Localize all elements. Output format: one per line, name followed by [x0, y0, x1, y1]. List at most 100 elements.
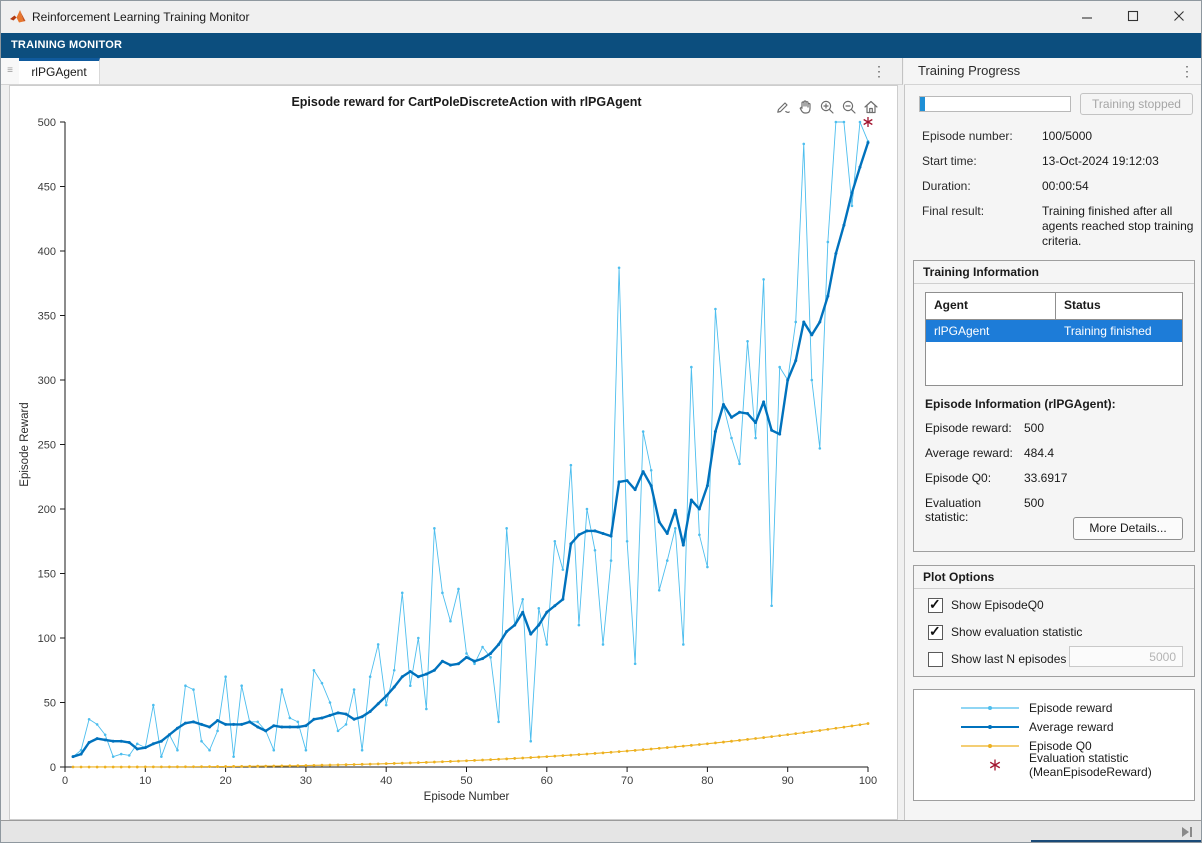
tab-label: rlPGAgent [31, 65, 86, 79]
svg-text:70: 70 [621, 775, 633, 787]
svg-text:100: 100 [859, 775, 877, 787]
svg-text:250: 250 [38, 440, 56, 452]
svg-text:40: 40 [380, 775, 392, 787]
matlab-logo-icon [10, 9, 27, 25]
evaluation-statistic-value: 500 [1024, 496, 1044, 524]
window-title: Reinforcement Learning Training Monitor [32, 1, 249, 33]
episode-q0-row: Episode Q0: 33.6917 [925, 471, 1067, 485]
agent-table-header: Agent Status [926, 293, 1182, 320]
pan-icon[interactable] [795, 97, 814, 116]
episode-number-value: 100/5000 [1042, 129, 1194, 143]
plot-option-0-checkbox[interactable] [928, 598, 943, 613]
ribbon: TRAINING MONITOR [1, 33, 1201, 58]
expand-right-icon[interactable] [1182, 826, 1193, 838]
duration-value: 00:00:54 [1042, 179, 1194, 193]
episode-information-title: Episode Information (rlPGAgent): [925, 397, 1116, 411]
horizontal-scrollbar[interactable] [1, 820, 1202, 843]
zoom-in-icon[interactable] [817, 97, 836, 116]
training-progress-bar [919, 96, 1071, 112]
axes-toolbar [773, 97, 880, 116]
start-time-label: Start time: [922, 154, 1042, 168]
show-evaluation-statistic-label: Show evaluation statistic [951, 625, 1082, 639]
average-reward-row: Average reward: 484.4 [925, 446, 1054, 460]
training-progress-header: Training Progress ⋮ [904, 58, 1202, 85]
episode-reward-value: 500 [1024, 421, 1044, 435]
last-n-episodes-input[interactable] [1069, 646, 1183, 667]
status-cell: Training finished [1056, 320, 1152, 342]
start-time-row: Start time: 13-Oct-2024 19:12:03 [922, 154, 1194, 168]
tab-drag-handle-icon[interactable]: ≡ [1, 58, 20, 84]
close-button[interactable] [1162, 1, 1196, 31]
legend-item-label: Evaluation statistic(MeanEpisodeReward) [1029, 751, 1152, 779]
minimize-button[interactable] [1070, 1, 1104, 31]
legend-item: Average reward [959, 718, 1114, 736]
asterisk-marker-icon [959, 757, 1021, 773]
svg-text:Episode reward for CartPoleDis: Episode reward for CartPoleDiscreteActio… [291, 95, 642, 109]
plot-options-title: Plot Options [914, 566, 1194, 589]
episode-reward-row: Episode reward: 500 [925, 421, 1044, 435]
training-information-title: Training Information [914, 261, 1194, 284]
svg-text:50: 50 [460, 775, 472, 787]
training-progress-title: Training Progress [918, 58, 1020, 84]
show-episodeq0-option: Show EpisodeQ0 [928, 597, 1044, 613]
training-stopped-button[interactable]: Training stopped [1080, 93, 1193, 115]
svg-text:300: 300 [38, 375, 56, 387]
zoom-out-icon[interactable] [839, 97, 858, 116]
svg-text:100: 100 [38, 633, 56, 645]
svg-text:0: 0 [62, 775, 68, 787]
svg-text:20: 20 [219, 775, 231, 787]
average-reward-value: 484.4 [1024, 446, 1054, 460]
tab-overflow-menu-icon[interactable]: ⋮ [869, 58, 889, 84]
training-chart-panel: 0501001502002503003504004505000102030405… [9, 85, 898, 820]
legend-item: Episode reward [959, 699, 1112, 717]
legend-item-label: Average reward [1029, 720, 1114, 734]
episode-number-row: Episode number: 100/5000 [922, 129, 1194, 143]
svg-text:500: 500 [38, 117, 56, 129]
duration-row: Duration: 00:00:54 [922, 179, 1194, 193]
chart-legend: Episode rewardAverage rewardEpisode Q0Ev… [913, 689, 1195, 801]
svg-text:50: 50 [44, 698, 56, 710]
svg-text:30: 30 [300, 775, 312, 787]
evaluation-statistic-row: Evaluation statistic: 500 [925, 496, 1044, 524]
agent-status-table: Agent Status rlPGAgent Training finished [925, 292, 1183, 386]
more-details-button[interactable]: More Details... [1073, 517, 1183, 540]
svg-text:90: 90 [782, 775, 794, 787]
table-row[interactable]: rlPGAgent Training finished [926, 320, 1182, 342]
episode-q0-value: 33.6917 [1024, 471, 1067, 485]
line-sample-icon [959, 719, 1021, 735]
svg-text:450: 450 [38, 182, 56, 194]
episode-number-label: Episode number: [922, 129, 1042, 143]
plot-option-1-checkbox[interactable] [928, 625, 943, 640]
line-sample-icon [959, 738, 1021, 754]
final-result-row: Final result: Training finished after al… [922, 204, 1194, 249]
status-column-header: Status [1056, 293, 1101, 319]
svg-text:Episode Number: Episode Number [424, 791, 510, 803]
app-window: Reinforcement Learning Training Monitor … [0, 0, 1202, 843]
legend-item-label: Episode reward [1029, 701, 1112, 715]
agent-cell: rlPGAgent [926, 320, 1056, 342]
tab-rlpgagent[interactable]: rlPGAgent [19, 58, 100, 84]
final-result-value: Training finished after all agents reach… [1042, 204, 1194, 249]
plot-option-2-checkbox[interactable] [928, 652, 943, 667]
legend-item: Evaluation statistic(MeanEpisodeReward) [959, 756, 1152, 774]
final-result-label: Final result: [922, 204, 1042, 249]
show-last-n-episodes-label: Show last N episodes [951, 652, 1066, 666]
maximize-button[interactable] [1116, 1, 1150, 31]
svg-text:200: 200 [38, 504, 56, 516]
episode-reward-label: Episode reward: [925, 421, 1024, 435]
training-progress-bar-fill [920, 97, 925, 111]
agent-column-header: Agent [926, 293, 1056, 319]
show-episodeq0-label: Show EpisodeQ0 [951, 598, 1044, 612]
document-tab-bar: ≡ rlPGAgent ⋮ [1, 58, 903, 85]
svg-text:0: 0 [50, 762, 56, 774]
svg-text:Episode Reward: Episode Reward [19, 402, 31, 486]
episode-reward-chart: 0501001502002503003504004505000102030405… [10, 86, 897, 819]
svg-text:80: 80 [701, 775, 713, 787]
training-progress-panel: Training stopped Episode number: 100/500… [904, 85, 1202, 820]
export-icon[interactable] [773, 97, 792, 116]
ribbon-tab-training-monitor[interactable]: TRAINING MONITOR [11, 39, 122, 51]
home-icon[interactable] [861, 97, 880, 116]
average-reward-label: Average reward: [925, 446, 1024, 460]
panel-overflow-menu-icon[interactable]: ⋮ [1177, 58, 1197, 84]
svg-text:10: 10 [139, 775, 151, 787]
